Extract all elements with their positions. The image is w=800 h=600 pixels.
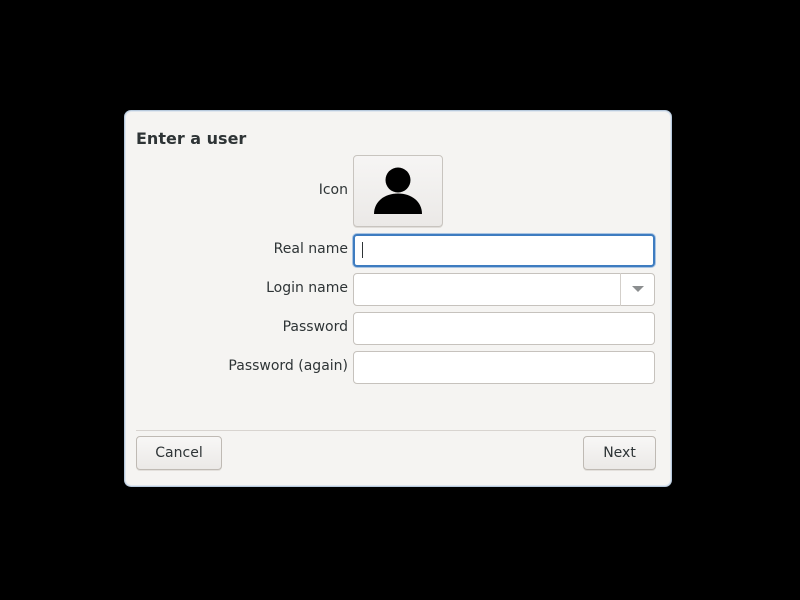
real-name-label: Real name xyxy=(273,241,348,257)
dialog-title: Enter a user xyxy=(136,129,247,148)
icon-label: Icon xyxy=(318,182,348,198)
cancel-button[interactable]: Cancel xyxy=(136,436,222,470)
enter-user-dialog: Enter a user Icon Real name Login name P… xyxy=(124,110,672,487)
password-input[interactable] xyxy=(353,312,655,345)
user-icon-button[interactable] xyxy=(353,155,443,227)
login-name-label: Login name xyxy=(266,280,348,296)
real-name-input[interactable] xyxy=(353,234,655,267)
chevron-down-icon xyxy=(632,286,644,292)
text-caret xyxy=(362,242,363,258)
password-label: Password xyxy=(282,319,348,335)
button-separator xyxy=(136,430,656,431)
password-again-input[interactable] xyxy=(353,351,655,384)
avatar-placeholder-icon xyxy=(374,167,422,214)
login-name-combo-input[interactable] xyxy=(353,273,655,306)
password-again-label: Password (again) xyxy=(228,358,348,374)
next-button[interactable]: Next xyxy=(583,436,656,470)
login-name-dropdown-button[interactable] xyxy=(620,273,655,306)
